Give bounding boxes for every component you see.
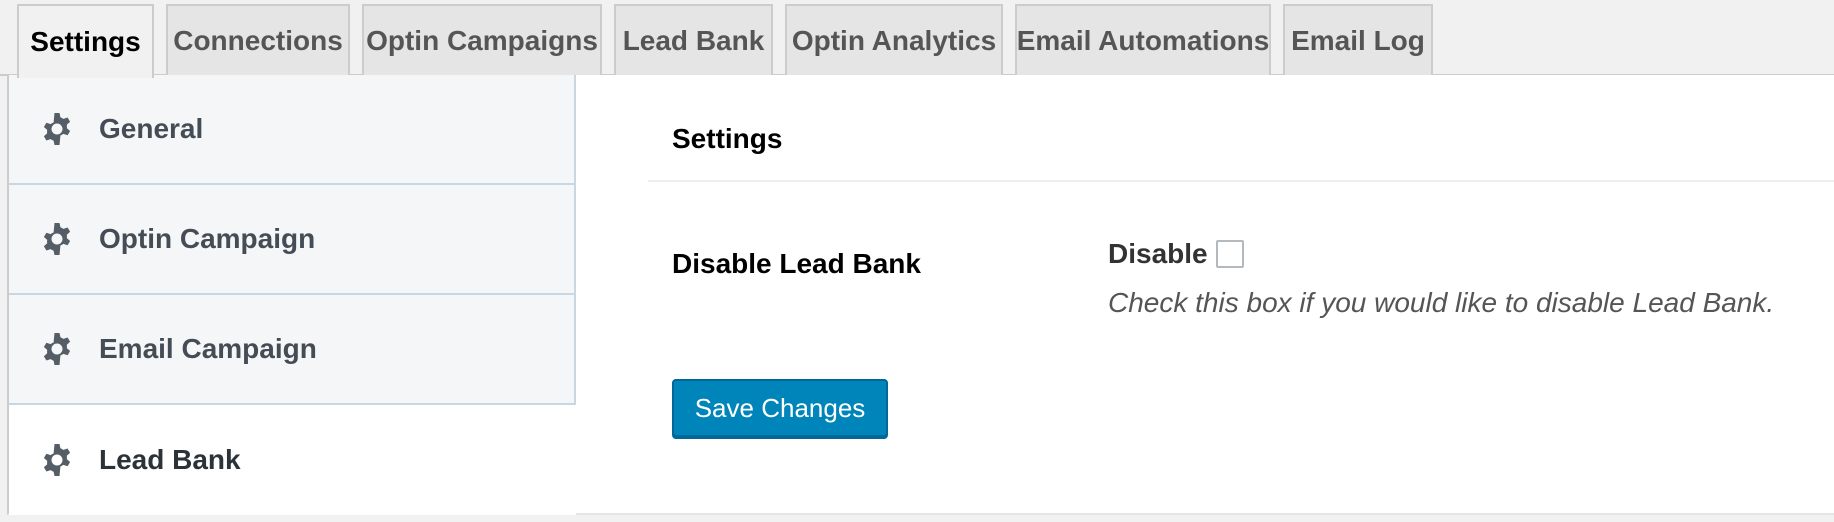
- sidebar-item-label: General: [99, 113, 204, 144]
- tab-optin-analytics[interactable]: Optin Analytics: [785, 4, 1003, 76]
- tab-email-log[interactable]: Email Log: [1283, 4, 1433, 76]
- sidebar-item-label: Optin Campaign: [99, 223, 316, 254]
- settings-panel: General Optin Campaign Email Campaign Le…: [7, 75, 1834, 515]
- gear-icon: [39, 331, 75, 367]
- section-title: Settings: [672, 123, 783, 154]
- save-changes-button[interactable]: Save Changes: [672, 379, 888, 437]
- sidebar-item-email-campaign[interactable]: Email Campaign: [9, 295, 576, 405]
- gear-icon: [39, 221, 75, 257]
- disable-lead-bank-label: Disable Lead Bank: [672, 248, 921, 279]
- settings-tab-bar: Settings Connections Optin Campaigns Lea…: [0, 0, 1834, 78]
- gear-icon: [39, 442, 75, 478]
- sidebar-item-optin-campaign[interactable]: Optin Campaign: [9, 185, 576, 295]
- tab-connections[interactable]: Connections: [166, 4, 350, 76]
- disable-checkbox-label[interactable]: Disable: [1108, 238, 1208, 270]
- field-description: Check this box if you would like to disa…: [1108, 287, 1775, 318]
- sidebar-item-label: Lead Bank: [99, 444, 241, 475]
- sidebar-item-lead-bank[interactable]: Lead Bank: [9, 405, 576, 515]
- settings-content: Settings Disable Lead Bank Disable Check…: [576, 75, 1834, 513]
- disable-lead-bank-checkbox[interactable]: [1215, 240, 1244, 268]
- tab-settings[interactable]: Settings: [17, 4, 154, 78]
- section-divider: [648, 180, 1834, 182]
- disable-checkbox-row: Disable: [1108, 238, 1244, 270]
- sidebar-item-label: Email Campaign: [99, 333, 317, 364]
- tab-email-automations[interactable]: Email Automations: [1015, 4, 1271, 76]
- gear-icon: [39, 111, 75, 147]
- tab-lead-bank[interactable]: Lead Bank: [614, 4, 773, 76]
- tab-optin-campaigns[interactable]: Optin Campaigns: [362, 4, 602, 76]
- settings-sidebar: General Optin Campaign Email Campaign Le…: [9, 75, 576, 515]
- sidebar-item-general[interactable]: General: [9, 75, 576, 185]
